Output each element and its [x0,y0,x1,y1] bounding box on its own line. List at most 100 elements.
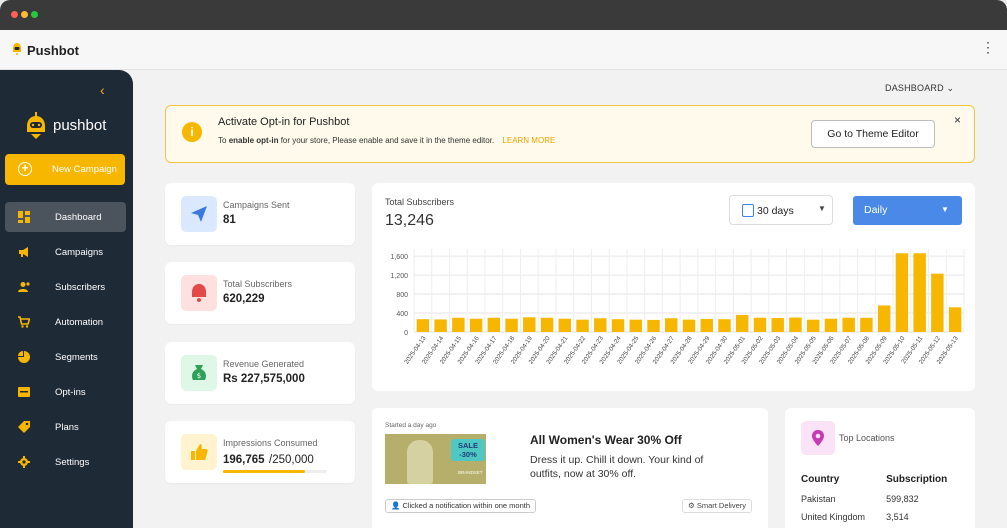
x-tick-label: 2025-04-29 [687,335,711,366]
bar [824,318,838,332]
bar [558,318,572,332]
table-row: United Kingdom 3,514 [801,512,963,528]
x-tick-label: 2025-05-12 [918,335,942,366]
sidebar-item-campaigns[interactable]: Campaigns [5,237,126,267]
user-icon: 👤 [391,501,403,510]
bar [629,319,642,332]
location-pin-icon [801,421,835,455]
x-tick-label: 2025-04-22 [563,335,587,366]
sidebar-item-automation[interactable]: Automation [5,307,126,337]
banner-description: To enable opt-in for your store, Please … [218,136,555,145]
sidebar-item-segments[interactable]: Segments [5,342,126,372]
app-title: Pushbot [27,43,79,58]
learn-more-link[interactable]: LEARN MORE [502,136,555,145]
sidebar-item-label: Settings [55,457,90,468]
chevron-left-icon[interactable]: ‹ [100,82,105,98]
send-icon [181,196,217,232]
x-tick-label: 2025-04-20 [527,335,551,366]
bar [523,317,536,332]
subscription-cell: 599,832 [886,494,919,504]
bar [665,318,678,332]
go-to-theme-editor-button[interactable]: Go to Theme Editor [811,120,935,148]
x-tick-label: 2025-05-06 [811,335,835,366]
y-tick-label: 400 [396,311,408,318]
sidebar-item-optins[interactable]: Opt-ins [5,377,126,407]
smart-delivery-label: Smart Delivery [696,501,746,510]
period-value: Daily [864,204,888,216]
pie-icon [18,351,30,363]
thumbs-up-icon [181,434,217,470]
x-tick-label: 2025-04-18 [492,335,516,366]
subscribers-chart-card: Total Subscribers 13,246 30 days ▼ Daily… [372,183,975,391]
sale-line2: -30% [459,450,477,459]
maximize-window-dot[interactable] [31,11,38,18]
campaign-started: Started a day ago [385,422,437,429]
bar [948,307,962,332]
x-tick-label: 2025-04-15 [439,335,463,366]
x-tick-label: 2025-04-28 [669,335,693,366]
column-header: Subscription [886,474,948,485]
bar [753,317,767,332]
money-bag-icon: $ [181,355,217,391]
locations-table: Country Subscription Pakistan 599,832 Un… [801,474,963,528]
calendar-icon [742,204,754,217]
stat-title: Campaigns Sent [223,200,290,210]
impressions-progress-bar [223,470,327,473]
impressions-progress-fill [223,470,305,473]
close-icon[interactable]: × [954,113,961,127]
bar [576,319,589,332]
column-header: Country [801,474,840,485]
date-range-select[interactable]: 30 days ▼ [729,195,833,225]
x-tick-label: 2025-05-11 [900,335,924,365]
sidebar-item-label: Automation [55,317,104,328]
stat-value: 620,229 [223,293,265,305]
x-tick-label: 2025-04-13 [403,335,427,366]
image-tag: BRANDSET [458,470,483,475]
banner-desc-prefix: To [218,136,227,145]
pushbot-brand-icon [27,112,45,139]
close-window-dot[interactable] [11,11,18,18]
sidebar-item-plans[interactable]: Plans [5,412,126,442]
x-tick-label: 2025-05-10 [882,335,906,366]
campaign-image: SALE -30% BRANDSET [385,434,486,484]
subscription-cell: 3,514 [886,512,909,522]
bar [434,319,447,332]
stat-card-campaigns-sent: Campaigns Sent 81 [165,183,355,245]
sidebar: ‹ pushbot + New Campaign Dashboard Campa… [0,70,133,528]
y-tick-label: 0 [404,330,408,337]
dashboard-icon [18,211,30,223]
bar [895,253,909,332]
bar [913,253,926,332]
bar [594,318,607,332]
dashboard-menu[interactable]: DASHBOARD ⌄ [885,83,954,94]
sidebar-item-dashboard[interactable]: Dashboard [5,202,126,232]
bar [416,319,430,332]
megaphone-icon [19,247,28,257]
users-icon [18,282,30,292]
pushbot-logo-icon [13,43,21,55]
x-tick-label: 2025-05-13 [936,335,960,366]
campaign-card[interactable]: Started a day ago SALE -30% BRANDSET All… [372,408,768,528]
minimize-window-dot[interactable] [21,11,28,18]
x-tick-label: 2025-05-07 [829,335,853,366]
sidebar-item-subscribers[interactable]: Subscribers [5,272,126,302]
table-header-row: Country Subscription [801,474,963,494]
x-tick-label: 2025-04-30 [705,335,729,366]
sidebar-item-label: Opt-ins [55,387,86,398]
svg-text:$: $ [197,372,201,380]
new-campaign-button[interactable]: + New Campaign [5,154,125,185]
stat-card-total-subscribers: Total Subscribers 620,229 [165,262,355,324]
sidebar-item-settings[interactable]: Settings [5,447,126,477]
bar [505,318,518,332]
bar [647,319,660,332]
x-tick-label: 2025-05-04 [776,335,800,366]
info-icon: i [182,122,202,142]
chevron-down-icon: ▼ [941,205,949,214]
more-icon[interactable]: ⋮ [981,39,995,56]
stat-value: 81 [223,214,236,226]
period-select[interactable]: Daily ▼ [853,196,962,225]
bar [452,317,465,332]
x-tick-label: 2025-04-14 [421,335,445,366]
tag-icon [18,421,30,433]
model-figure [407,440,433,484]
